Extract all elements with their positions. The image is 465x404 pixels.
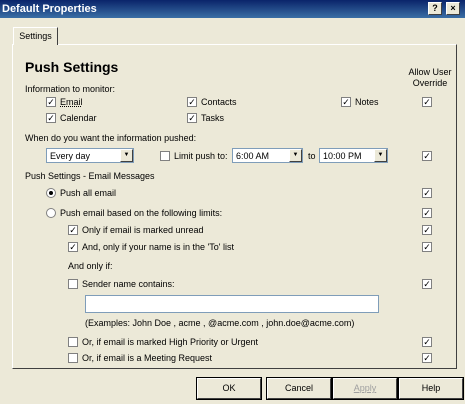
time-from-value: 6:00 AM xyxy=(236,151,270,161)
limit-push-checkbox[interactable] xyxy=(160,151,170,161)
and-only-if-label: And only if: xyxy=(68,261,113,271)
ok-button[interactable]: OK xyxy=(196,377,262,400)
push-limits-radio[interactable] xyxy=(46,208,56,218)
override-sender-checkbox[interactable]: ✓ xyxy=(422,279,432,289)
frequency-select[interactable]: Every day ▼ xyxy=(46,148,134,163)
help-title-button[interactable]: ? xyxy=(428,2,442,15)
override-to-checkbox[interactable]: ✓ xyxy=(422,242,432,252)
tasks-checkbox[interactable]: ✓ xyxy=(187,113,197,123)
sender-name-input[interactable] xyxy=(85,295,379,313)
override-monitor-checkbox[interactable]: ✓ xyxy=(422,97,432,107)
to-label: to xyxy=(308,151,316,161)
window-title: Default Properties xyxy=(2,3,97,15)
apply-button[interactable]: Apply xyxy=(332,377,398,400)
high-priority-checkbox[interactable] xyxy=(68,337,78,347)
email-section-label: Push Settings - Email Messages xyxy=(25,171,155,181)
settings-panel: Push Settings Allow User Override Inform… xyxy=(12,44,457,369)
examples-text: (Examples: John Doe , acme , @acme.com ,… xyxy=(85,318,355,328)
sender-contains-checkbox[interactable] xyxy=(68,279,78,289)
calendar-label: Calendar xyxy=(60,113,97,123)
close-title-button[interactable]: × xyxy=(446,2,460,15)
only-to-checkbox[interactable]: ✓ xyxy=(68,242,78,252)
push-all-radio[interactable] xyxy=(46,188,56,198)
override-unread-checkbox[interactable]: ✓ xyxy=(422,225,432,235)
override-meeting-checkbox[interactable]: ✓ xyxy=(422,353,432,363)
cancel-button[interactable]: Cancel xyxy=(266,377,332,400)
only-unread-label: Only if email is marked unread xyxy=(82,225,204,235)
email-checkbox[interactable]: ✓ xyxy=(46,97,56,107)
contacts-label: Contacts xyxy=(201,97,237,107)
tab-settings[interactable]: Settings xyxy=(13,27,58,45)
contacts-checkbox[interactable]: ✓ xyxy=(187,97,197,107)
chevron-down-icon[interactable]: ▼ xyxy=(289,149,302,162)
monitor-label: Information to monitor: xyxy=(25,84,116,94)
override-push-limits-checkbox[interactable]: ✓ xyxy=(422,208,432,218)
allow-override-header: Allow User Override xyxy=(408,67,452,88)
time-to-value: 10:00 PM xyxy=(323,151,362,161)
chevron-down-icon[interactable]: ▼ xyxy=(120,149,133,162)
when-label: When do you want the information pushed: xyxy=(25,133,197,143)
notes-checkbox[interactable]: ✓ xyxy=(341,97,351,107)
time-from-select[interactable]: 6:00 AM ▼ xyxy=(232,148,303,163)
high-priority-label: Or, if email is marked High Priority or … xyxy=(82,337,259,347)
only-unread-checkbox[interactable]: ✓ xyxy=(68,225,78,235)
help-button[interactable]: Help xyxy=(398,377,464,400)
override-priority-checkbox[interactable]: ✓ xyxy=(422,337,432,347)
override-push-all-checkbox[interactable]: ✓ xyxy=(422,188,432,198)
title-bar: Default Properties ? × xyxy=(0,0,465,18)
meeting-request-label: Or, if email is a Meeting Request xyxy=(82,353,213,363)
override-schedule-checkbox[interactable]: ✓ xyxy=(422,151,432,161)
meeting-request-checkbox[interactable] xyxy=(68,353,78,363)
time-to-select[interactable]: 10:00 PM ▼ xyxy=(319,148,388,163)
page-title: Push Settings xyxy=(25,59,119,75)
calendar-checkbox[interactable]: ✓ xyxy=(46,113,56,123)
notes-label: Notes xyxy=(355,97,379,107)
email-label: Email xyxy=(60,97,83,107)
limit-push-label: Limit push to: xyxy=(174,151,228,161)
push-limits-label: Push email based on the following limits… xyxy=(60,208,223,218)
push-all-label: Push all email xyxy=(60,188,117,198)
chevron-down-icon[interactable]: ▼ xyxy=(374,149,387,162)
only-to-label: And, only if your name is in the 'To' li… xyxy=(82,242,235,252)
sender-contains-label: Sender name contains: xyxy=(82,279,175,289)
frequency-value: Every day xyxy=(50,151,91,161)
tasks-label: Tasks xyxy=(201,113,225,123)
